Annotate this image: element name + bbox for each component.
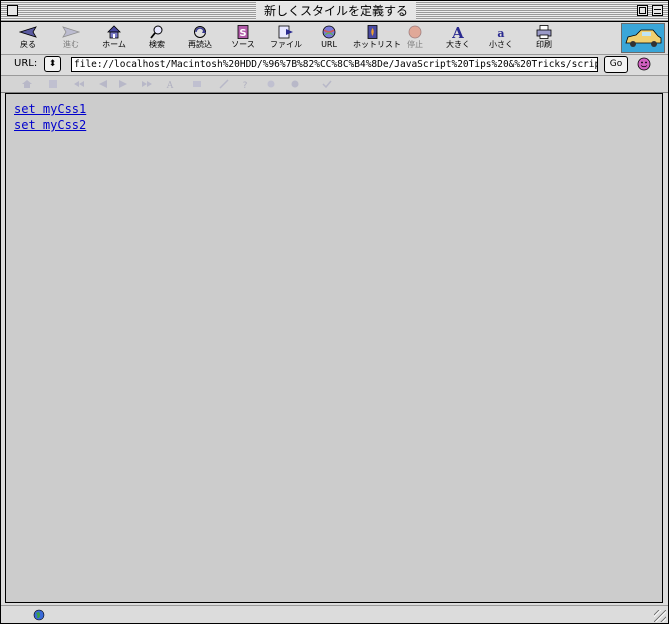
font-larger-icon: A — [451, 25, 464, 39]
edit-icon[interactable] — [218, 79, 230, 89]
set-mycss1-link[interactable]: set myCss1 — [14, 102, 86, 116]
url-input[interactable]: file://localhost/Macintosh%20HDD/%96%7B%… — [71, 57, 598, 72]
svg-text:?: ? — [243, 81, 248, 89]
status-bar — [1, 605, 668, 623]
home-small-icon[interactable] — [21, 79, 33, 89]
hotlist-icon — [367, 25, 378, 39]
file-icon — [278, 25, 293, 39]
settings-icon[interactable] — [265, 79, 277, 89]
window-title: 新しくスタイルを定義する — [256, 2, 416, 20]
hotlist-button[interactable]: ホットリスト — [353, 23, 401, 53]
search-icon — [150, 25, 163, 39]
search-button[interactable]: 検索 — [138, 23, 176, 53]
svg-text:A: A — [451, 25, 464, 39]
home-icon — [107, 25, 121, 39]
activity-throbber — [621, 23, 665, 53]
source-icon: S — [237, 25, 249, 39]
grid-icon[interactable] — [47, 79, 59, 89]
go-button[interactable]: Go — [604, 56, 628, 73]
browser-window: 新しくスタイルを定義する 戻る 進む ホーム 検索 再読込 S ソース ファイル… — [0, 0, 669, 624]
url-button[interactable]: URL — [310, 23, 348, 53]
check-icon[interactable] — [321, 79, 333, 89]
print-button[interactable]: 印刷 — [525, 23, 563, 53]
url-bar: URL: ⬍ file://localhost/Macintosh%20HDD/… — [1, 55, 668, 76]
collapse-box[interactable] — [652, 5, 663, 16]
help-icon[interactable]: ? — [239, 79, 251, 89]
globe-small-icon[interactable] — [289, 79, 301, 89]
reload-icon — [194, 26, 206, 38]
resize-grip[interactable] — [654, 610, 666, 622]
first-page-icon[interactable] — [73, 79, 85, 89]
page-content: set myCss1 set myCss2 — [5, 93, 663, 603]
globe-status-icon — [33, 609, 45, 621]
next-page-icon[interactable] — [117, 79, 129, 89]
print-icon — [536, 25, 552, 39]
forward-arrow-icon — [62, 26, 80, 38]
back-button[interactable]: 戻る — [9, 23, 47, 53]
set-mycss2-link[interactable]: set myCss2 — [14, 118, 86, 132]
font-larger-button[interactable]: A 大きく — [439, 23, 477, 53]
forward-button[interactable]: 進む — [52, 23, 90, 53]
source-button[interactable]: S ソース — [224, 23, 262, 53]
font-smaller-icon: a — [497, 27, 504, 39]
back-arrow-icon — [19, 26, 37, 38]
car-icon — [625, 29, 662, 47]
stop-icon — [408, 25, 422, 39]
toolbar: 戻る 進む ホーム 検索 再読込 S ソース ファイル URL ホットリスト 停… — [1, 22, 668, 55]
svg-text:S: S — [239, 28, 246, 39]
secondary-toolbar: A ? — [1, 76, 668, 93]
previous-page-icon[interactable] — [97, 79, 109, 89]
url-globe-icon — [322, 25, 336, 39]
url-label: URL: — [14, 58, 38, 69]
home-button[interactable]: ホーム — [95, 23, 133, 53]
smiley-icon[interactable] — [637, 57, 651, 71]
reload-button[interactable]: 再読込 — [181, 23, 219, 53]
zoom-box[interactable] — [637, 5, 648, 16]
last-page-icon[interactable] — [141, 79, 153, 89]
svg-text:A: A — [166, 81, 174, 89]
svg-text:a: a — [497, 27, 504, 39]
font-smaller-button[interactable]: a 小さく — [482, 23, 520, 53]
up-down-arrows-icon: ⬍ — [48, 59, 57, 69]
font-icon[interactable]: A — [164, 79, 176, 89]
stop-button[interactable]: 停止 — [396, 23, 434, 53]
url-history-stepper[interactable]: ⬍ — [44, 56, 61, 72]
file-button[interactable]: ファイル — [267, 23, 305, 53]
title-bar[interactable]: 新しくスタイルを定義する — [1, 1, 668, 22]
close-box[interactable] — [7, 5, 18, 16]
list-icon[interactable] — [191, 79, 203, 89]
